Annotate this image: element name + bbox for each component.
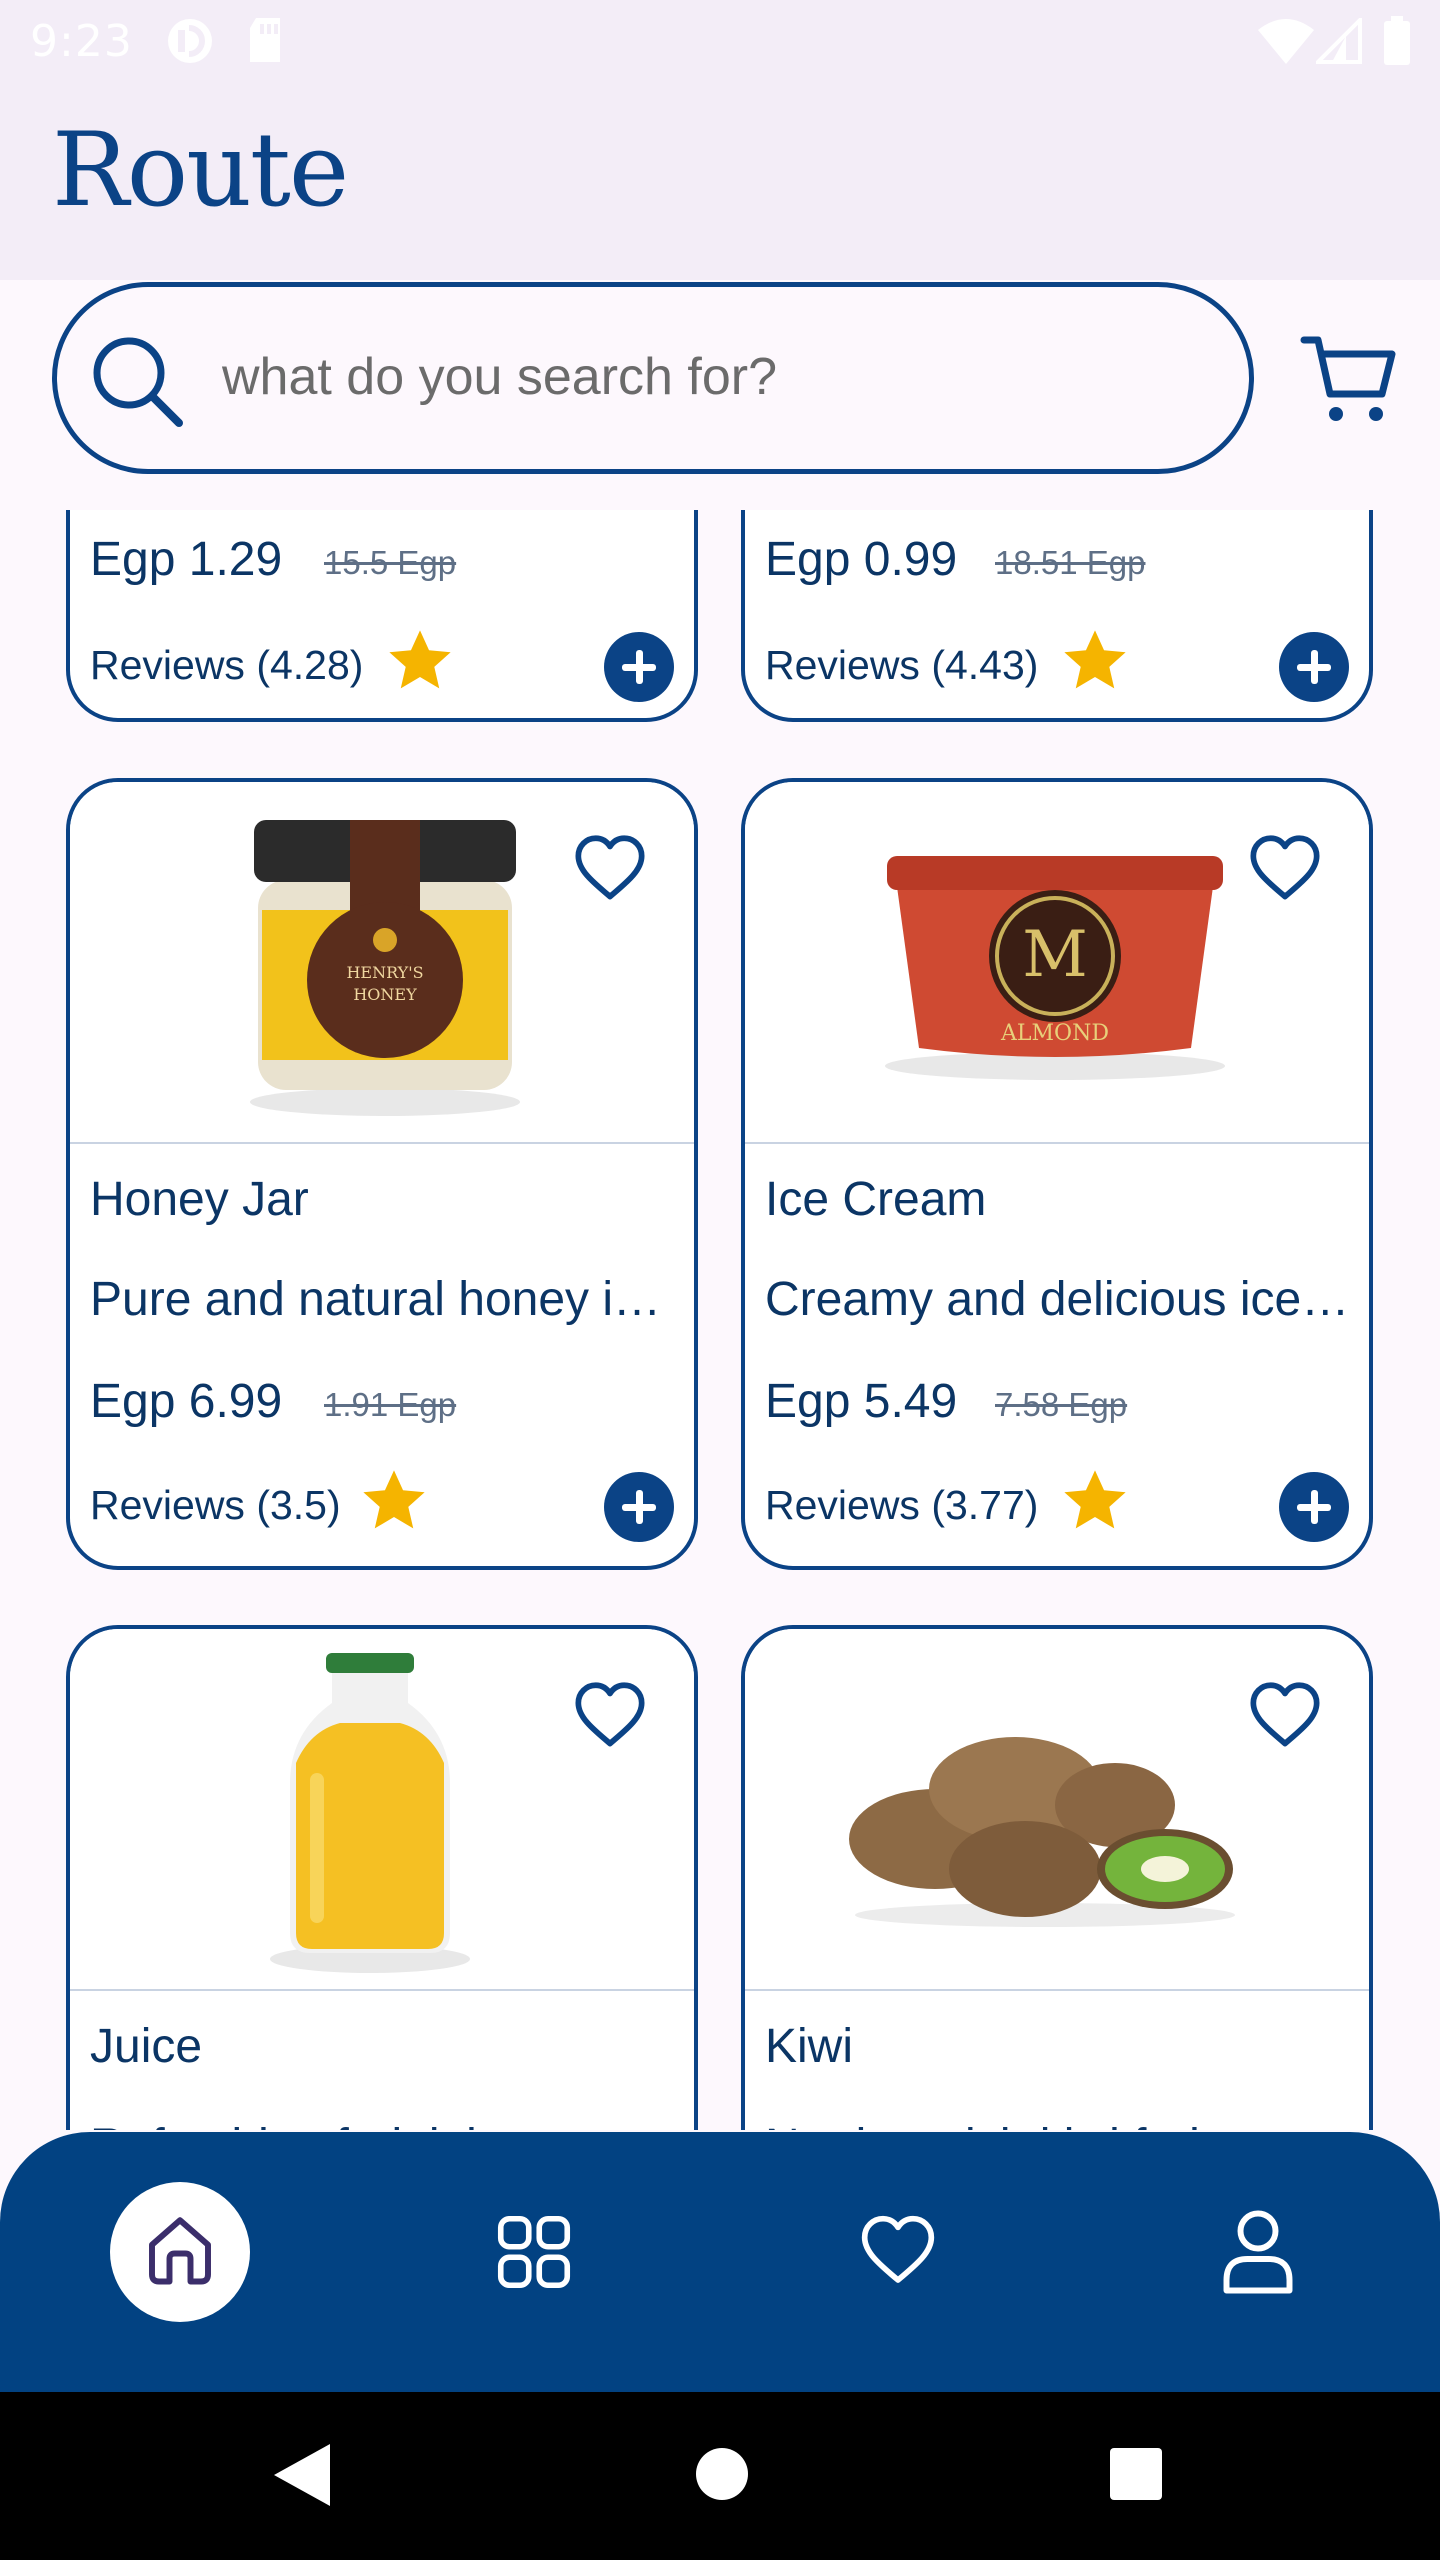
- svg-text:M: M: [1022, 918, 1088, 992]
- screen: 9:23 Route what do you search for? Egp 1…: [0, 0, 1440, 2560]
- svg-text:ALMOND: ALMOND: [1000, 1021, 1109, 1046]
- product-old-price: 7.58 Egp: [995, 1386, 1128, 1423]
- back-icon[interactable]: [270, 2440, 334, 2510]
- add-to-cart-button[interactable]: [1279, 632, 1349, 702]
- product-old-price: 18.51 Egp: [995, 544, 1146, 581]
- status-bar: 9:23: [0, 0, 1440, 84]
- wifi-icon: [1258, 19, 1314, 64]
- star-icon: [363, 1470, 425, 1529]
- heart-icon[interactable]: [856, 2210, 940, 2290]
- bottom-navigation: [0, 2132, 1440, 2392]
- search-icon: [93, 337, 183, 427]
- ice-cream-image: M ALMOND: [885, 856, 1225, 1080]
- person-icon[interactable]: [1216, 2206, 1300, 2298]
- app-notification-icon: [168, 19, 212, 63]
- product-old-price: 15.5 Egp: [324, 544, 457, 581]
- cart-icon[interactable]: [1300, 334, 1396, 424]
- product-card[interactable]: Egp 0.99 18.51 Egp Reviews (4.43): [741, 510, 1373, 722]
- grid-icon[interactable]: [492, 2210, 576, 2294]
- product-card[interactable]: HENRY'S HONEY Honey Jar Pure and natural…: [66, 778, 698, 1570]
- search-bar[interactable]: [52, 282, 1254, 474]
- system-navigation-bar: [0, 2392, 1440, 2560]
- product-description: Nutrient-rich kiwi fruit: [765, 2119, 1357, 2130]
- star-icon: [1064, 1470, 1126, 1529]
- kiwi-image: [849, 1737, 1235, 1927]
- add-to-cart-button[interactable]: [1279, 1472, 1349, 1542]
- heart-icon[interactable]: [1245, 1677, 1325, 1753]
- honey-jar-image: HENRY'S HONEY: [250, 820, 520, 1116]
- product-reviews: Reviews (4.43): [765, 642, 1039, 688]
- juice-bottle-image: [270, 1653, 470, 1973]
- product-description: Pure and natural honey in a jar: [90, 1273, 682, 1326]
- star-icon: [389, 630, 451, 689]
- product-description: Refreshing fruit juice: [90, 2119, 682, 2130]
- recents-icon[interactable]: [1108, 2446, 1164, 2502]
- product-card[interactable]: Kiwi Nutrient-rich kiwi fruit: [741, 1625, 1373, 2130]
- signal-icon: [1316, 18, 1362, 64]
- product-price: Egp 5.49: [765, 1375, 958, 1428]
- product-reviews: Reviews (3.5): [90, 1482, 341, 1528]
- product-card[interactable]: M ALMOND Ice Cream Creamy and delicious …: [741, 778, 1373, 1570]
- product-price: Egp 6.99: [90, 1375, 283, 1428]
- product-title: Juice: [90, 2020, 203, 2073]
- svg-text:HONEY: HONEY: [353, 985, 417, 1004]
- product-description: Creamy and delicious ice cream: [765, 1273, 1357, 1326]
- product-title: Honey Jar: [90, 1173, 309, 1226]
- product-title: Kiwi: [765, 2020, 854, 2073]
- add-to-cart-button[interactable]: [604, 1472, 674, 1542]
- product-title: Ice Cream: [765, 1173, 987, 1226]
- product-price: Egp 1.29: [90, 533, 283, 586]
- product-image: M ALMOND: [745, 782, 1369, 1144]
- product-card[interactable]: Egp 1.29 15.5 Egp Reviews (4.28): [66, 510, 698, 722]
- add-to-cart-button[interactable]: [604, 632, 674, 702]
- product-price: Egp 0.99: [765, 533, 958, 586]
- home-circle-icon[interactable]: [694, 2446, 750, 2502]
- star-icon: [1064, 630, 1126, 689]
- product-old-price: 1.91 Egp: [324, 1386, 457, 1423]
- sd-card-icon: [250, 18, 280, 62]
- product-image: HENRY'S HONEY: [70, 782, 694, 1144]
- status-time: 9:23: [30, 16, 133, 67]
- route-logo: Route: [52, 111, 349, 230]
- product-grid[interactable]: Egp 1.29 15.5 Egp Reviews (4.28) Egp 0.9…: [0, 510, 1440, 2130]
- heart-icon[interactable]: [570, 830, 650, 906]
- search-input[interactable]: [222, 347, 1122, 407]
- home-icon: [149, 2217, 211, 2285]
- product-reviews: Reviews (3.77): [765, 1482, 1039, 1528]
- battery-icon: [1384, 16, 1410, 65]
- product-card[interactable]: Juice Refreshing fruit juice: [66, 1625, 698, 2130]
- product-image: [745, 1629, 1369, 1991]
- heart-icon[interactable]: [1245, 830, 1325, 906]
- svg-text:HENRY'S: HENRY'S: [346, 963, 423, 982]
- product-image: [70, 1629, 694, 1991]
- product-reviews: Reviews (4.28): [90, 642, 364, 688]
- heart-icon[interactable]: [570, 1677, 650, 1753]
- nav-home-button[interactable]: [110, 2182, 250, 2322]
